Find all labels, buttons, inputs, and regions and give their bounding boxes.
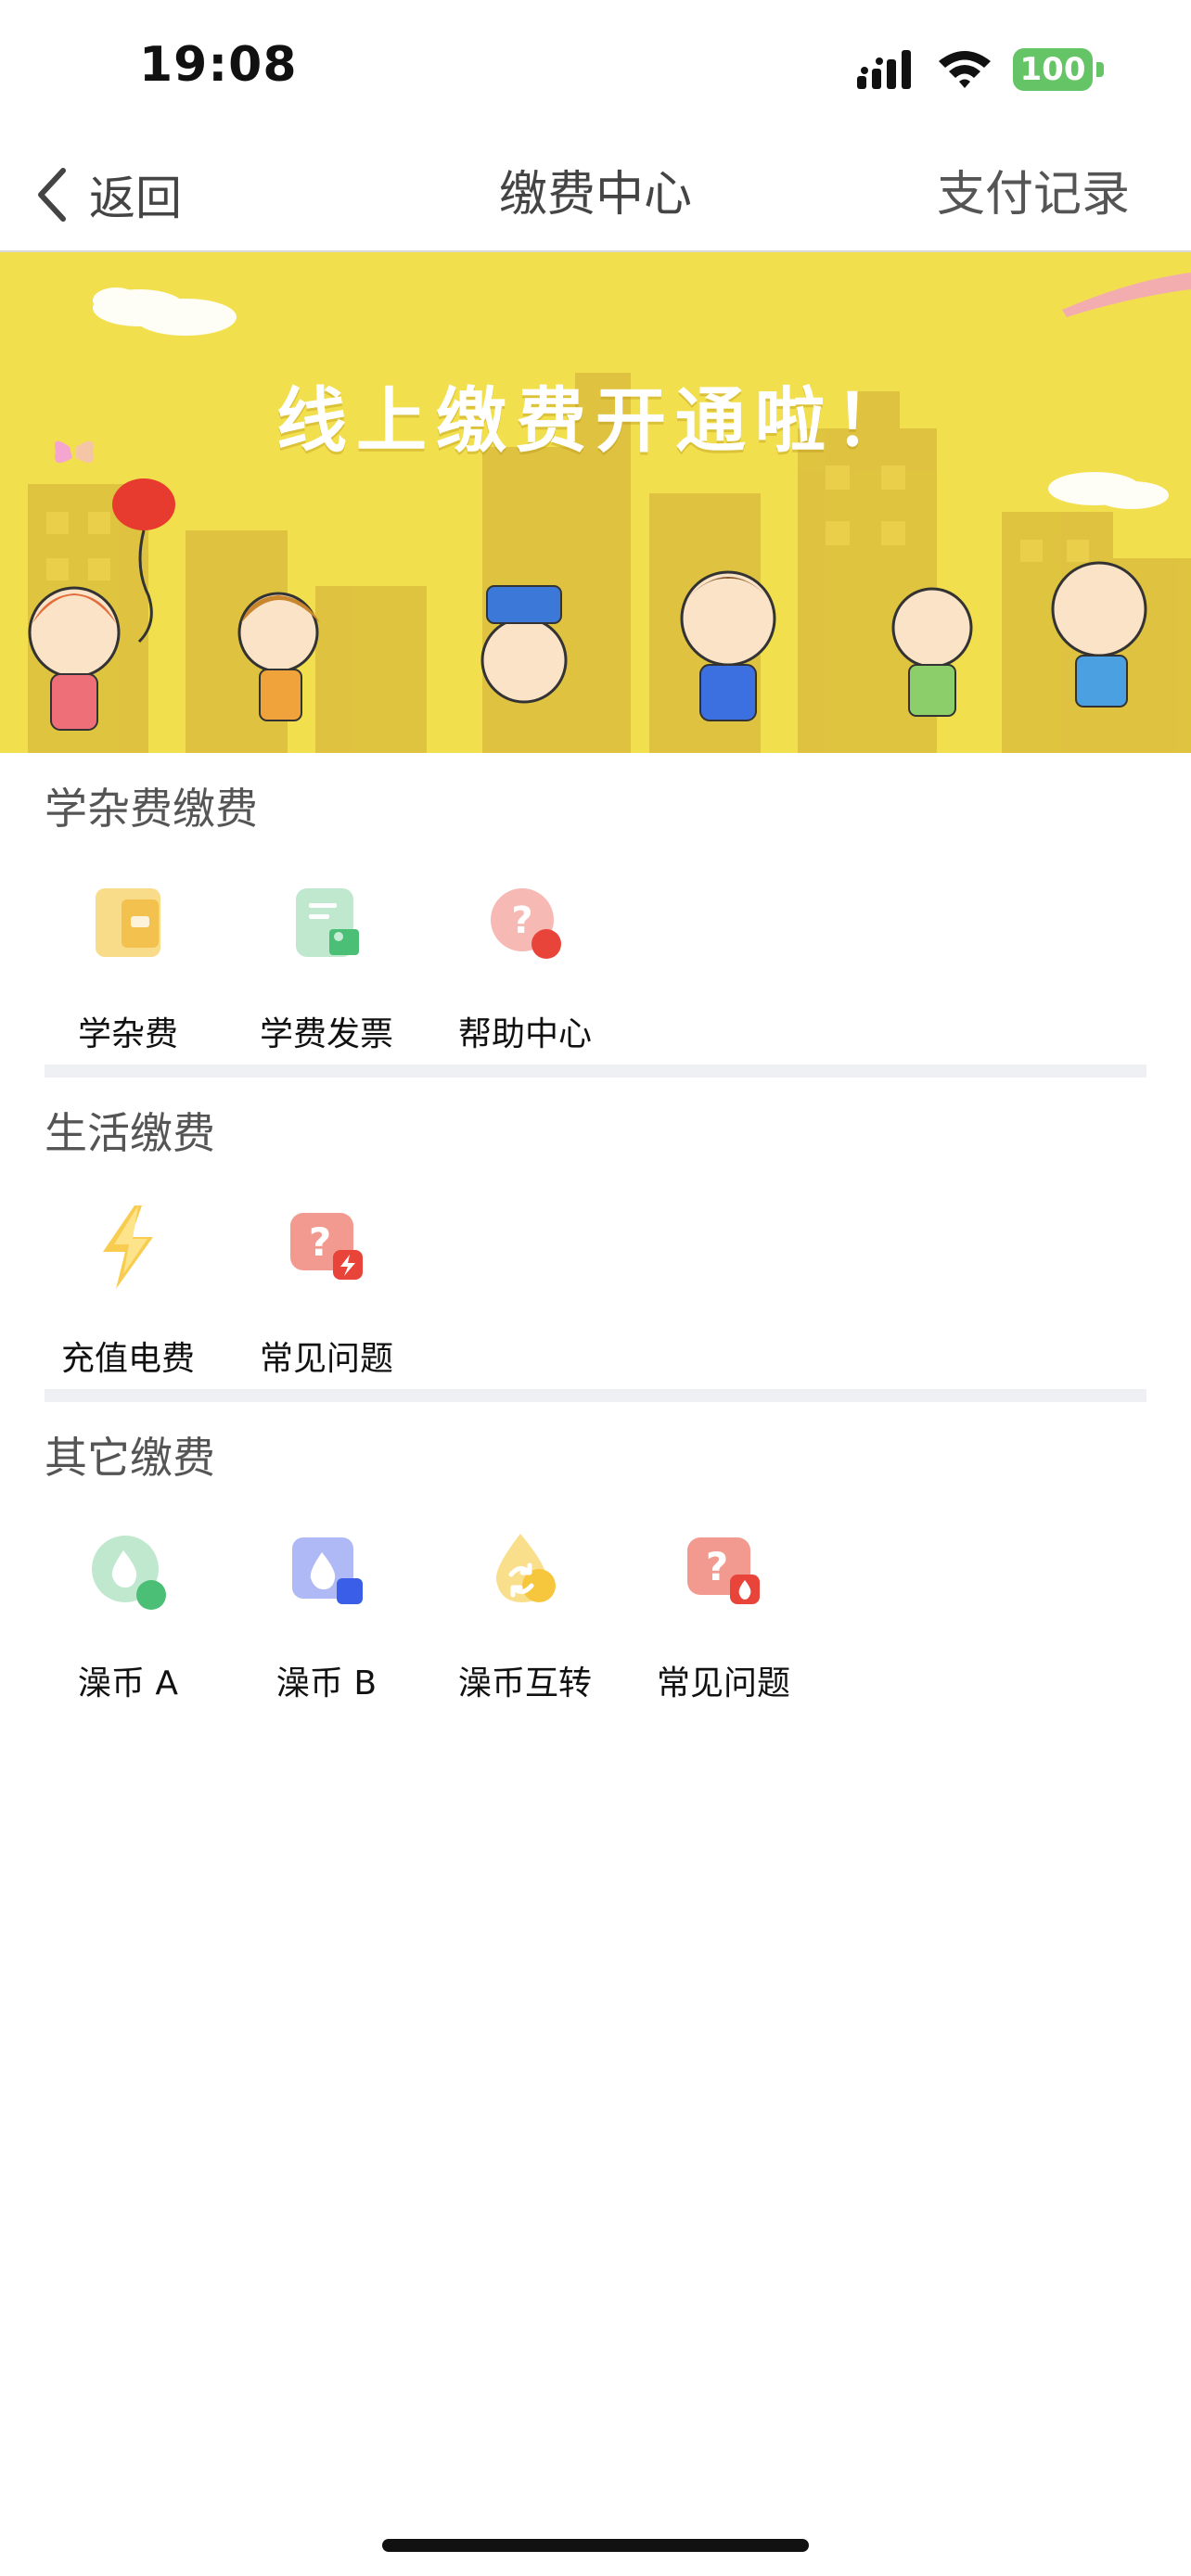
section-divider xyxy=(45,1065,1146,1078)
status-time: 19:08 xyxy=(139,37,298,93)
navigation-bar: 返回 缴费中心 支付记录 xyxy=(0,139,1191,252)
electricity-recharge-button[interactable]: 充值电费 xyxy=(45,1196,211,1380)
tile-label: 澡币 A xyxy=(77,1664,179,1702)
svg-text:?: ? xyxy=(309,1219,331,1265)
tuition-invoice-button[interactable]: 学费发票 xyxy=(243,872,410,1055)
section-divider xyxy=(45,1389,1146,1402)
battery-level: 100 xyxy=(1013,48,1093,91)
water-drop-blue-icon xyxy=(292,1537,363,1604)
help-center-button[interactable]: ? 帮助中心 xyxy=(442,872,608,1055)
bath-coin-transfer-button[interactable]: 澡币互转 xyxy=(442,1521,608,1704)
exchange-icon xyxy=(495,1534,556,1602)
tile-label: 常见问题 xyxy=(259,1340,393,1378)
section-title-other: 其它缴费 xyxy=(45,1433,215,1483)
tile-label: 学杂费 xyxy=(77,1015,178,1053)
section-title-tuition: 学杂费缴费 xyxy=(45,784,258,834)
tile-label: 澡币 B xyxy=(275,1664,378,1702)
status-bar: 19:08 100 xyxy=(0,0,1191,139)
wifi-icon xyxy=(939,51,991,88)
faq-icon: ? xyxy=(687,1537,760,1604)
payment-records-button[interactable]: 支付记录 xyxy=(937,158,1130,232)
invoice-icon xyxy=(296,888,359,957)
tuition-fee-button[interactable]: 学杂费 xyxy=(45,872,211,1055)
faq-other-button[interactable]: ? 常见问题 xyxy=(640,1521,807,1704)
cellular-signal-icon xyxy=(857,50,911,89)
tile-label: 澡币互转 xyxy=(457,1664,592,1702)
bath-coin-a-button[interactable]: 澡币 A xyxy=(45,1521,211,1704)
banner-illustration xyxy=(0,252,1191,753)
faq-icon: ? xyxy=(290,1213,363,1280)
promo-banner[interactable]: 线上缴费开通啦！ xyxy=(0,252,1191,753)
battery-indicator: 100 xyxy=(1013,48,1104,91)
wallet-icon xyxy=(96,888,160,957)
tile-label: 充值电费 xyxy=(60,1340,195,1378)
tile-label: 学费发票 xyxy=(259,1015,393,1053)
home-indicator[interactable] xyxy=(382,2539,809,2552)
help-icon: ? xyxy=(491,888,561,959)
water-drop-icon xyxy=(92,1536,166,1610)
tile-label: 帮助中心 xyxy=(457,1015,592,1053)
svg-text:?: ? xyxy=(511,899,532,942)
lightning-icon xyxy=(103,1205,153,1289)
tile-label: 常见问题 xyxy=(656,1664,790,1702)
section-title-living: 生活缴费 xyxy=(45,1108,215,1158)
banner-headline: 线上缴费开通啦！ xyxy=(276,379,915,462)
faq-electricity-button[interactable]: ? 常见问题 xyxy=(243,1196,410,1380)
battery-cap xyxy=(1096,62,1104,77)
bath-coin-b-button[interactable]: 澡币 B xyxy=(243,1521,410,1704)
svg-text:?: ? xyxy=(706,1544,728,1589)
